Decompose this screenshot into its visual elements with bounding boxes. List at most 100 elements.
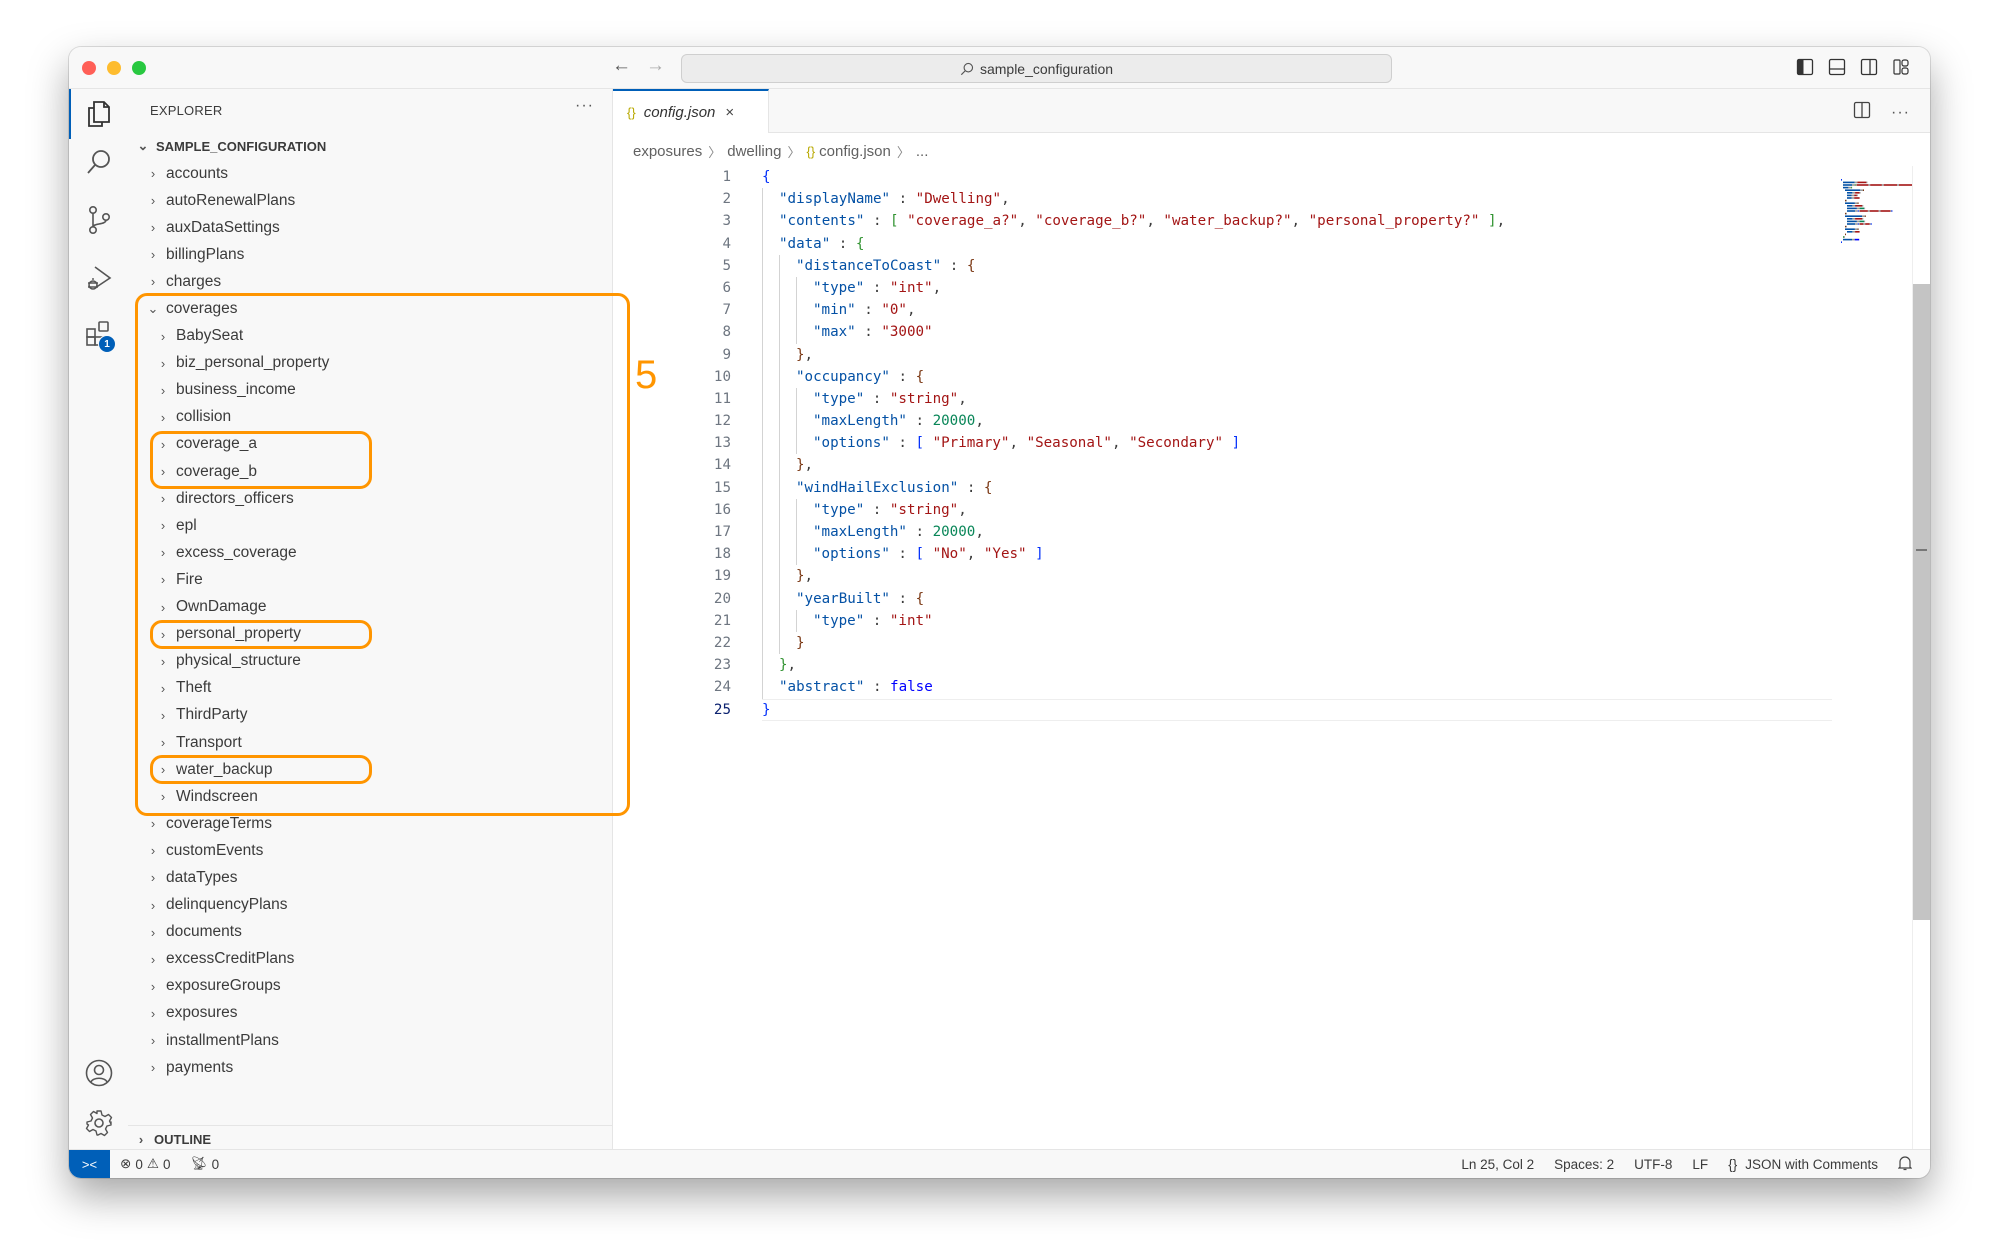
code-token: , [804, 346, 814, 363]
close-tab-icon[interactable]: × [725, 104, 734, 121]
tree-item-thirdparty[interactable]: › ThirdParty [128, 702, 612, 729]
tree-item-business-income[interactable]: › business_income [128, 377, 612, 404]
close-window-button[interactable] [82, 61, 96, 75]
tree-item-delinquencyplans[interactable]: › delinquencyPlans [128, 892, 612, 919]
indent-guide [762, 365, 763, 388]
minimap-token [1870, 223, 1872, 225]
code-token: { [915, 368, 925, 385]
minimap-token [1851, 197, 1855, 199]
cursor-position[interactable]: Ln 25, Col 2 [1461, 1157, 1534, 1172]
problems-button[interactable]: ⊗ 0 ⚠ 0 [120, 1156, 170, 1172]
breadcrumb-item[interactable]: config.json [819, 143, 891, 160]
more-actions-icon[interactable]: ··· [575, 97, 594, 115]
code-token: } [762, 701, 771, 718]
more-actions-icon[interactable]: ··· [1891, 104, 1910, 122]
breadcrumb-item[interactable]: dwelling [727, 143, 781, 160]
search-icon [86, 150, 110, 174]
code-line: 12 "maxLength" : 20000, [613, 410, 1833, 433]
activity-accounts[interactable] [69, 1048, 128, 1098]
tree-item-exposures[interactable]: › exposures [128, 1000, 612, 1027]
tree-item-fire[interactable]: › Fire [128, 566, 612, 593]
customize-layout-icon[interactable] [1892, 58, 1910, 76]
tree-item-payments[interactable]: › payments [128, 1054, 612, 1081]
tab-config-json[interactable]: {} config.json × [613, 89, 769, 133]
go-back-icon[interactable]: ← [612, 55, 631, 77]
code-token: } [779, 657, 788, 674]
tree-item-owndamage[interactable]: › OwnDamage [128, 594, 612, 621]
outline-section[interactable]: › OUTLINE [128, 1125, 612, 1152]
activity-run-debug[interactable] [69, 253, 128, 303]
tree-item-theft[interactable]: › Theft [128, 675, 612, 702]
activity-source-control[interactable] [69, 195, 128, 245]
tree-item-label: Windscreen [176, 787, 258, 805]
code-editor[interactable]: 1{2 "displayName" : "Dwelling", 3 "contents… [613, 166, 1833, 721]
tree-item-excesscreditplans[interactable]: › excessCreditPlans [128, 946, 612, 973]
breadcrumb-item[interactable]: ... [916, 143, 929, 160]
tree-item-collision[interactable]: › collision [128, 404, 612, 431]
minimize-window-button[interactable] [107, 61, 121, 75]
tree-item-epl[interactable]: › epl [128, 512, 612, 539]
activity-search[interactable] [69, 137, 128, 187]
code-token: "distanceToCoast" [796, 257, 942, 274]
code-token: ] [1488, 213, 1497, 230]
tree-item-windscreen[interactable]: › Windscreen [128, 783, 612, 810]
toggle-primary-sidebar-icon[interactable] [1796, 58, 1814, 76]
tree-item-auxdatasettings[interactable]: › auxDataSettings [128, 214, 612, 241]
breadcrumb-item[interactable]: exposures [633, 143, 702, 160]
activity-explorer[interactable] [69, 89, 128, 139]
chevron-right-icon: › [150, 870, 156, 886]
toggle-secondary-sidebar-icon[interactable] [1860, 58, 1878, 76]
tree-item-coverages[interactable]: ⌄ coverages [128, 295, 612, 322]
tree-item-personal-property[interactable]: › personal_property [128, 621, 612, 648]
chevron-right-icon: › [150, 816, 156, 832]
tree-item-datatypes[interactable]: › dataTypes [128, 864, 612, 891]
tree-item-directors-officers[interactable]: › directors_officers [128, 485, 612, 512]
tree-item-transport[interactable]: › Transport [128, 729, 612, 756]
code-text: }, [796, 344, 813, 366]
code-token: false [890, 679, 933, 696]
activity-extensions[interactable]: 1 [69, 309, 128, 359]
tree-item-label: Fire [176, 570, 203, 588]
tree-item-autorenewalplans[interactable]: › autoRenewalPlans [128, 187, 612, 214]
encoding[interactable]: UTF-8 [1634, 1157, 1672, 1172]
tree-item-coverageterms[interactable]: › coverageTerms [128, 810, 612, 837]
notifications-bell-icon[interactable] [1897, 1155, 1913, 1174]
tree-item-billingplans[interactable]: › billingPlans [128, 241, 612, 268]
tree-item-excess-coverage[interactable]: › excess_coverage [128, 539, 612, 566]
minimap-token [1843, 236, 1844, 238]
minimap-token [1854, 181, 1858, 184]
split-editor-icon[interactable] [1853, 101, 1871, 124]
tree-item-documents[interactable]: › documents [128, 919, 612, 946]
command-center-search[interactable]: sample_configuration [681, 54, 1392, 83]
end-of-line[interactable]: LF [1692, 1157, 1708, 1172]
tree-item-coverage-b[interactable]: › coverage_b [128, 458, 612, 485]
vertical-scrollbar[interactable] [1912, 166, 1930, 1150]
tree-item-physical-structure[interactable]: › physical_structure [128, 648, 612, 675]
tree-item-water-backup[interactable]: › water_backup [128, 756, 612, 783]
tree-item-label: ThirdParty [176, 706, 248, 724]
minimap-token [1847, 223, 1856, 225]
tree-item-charges[interactable]: › charges [128, 268, 612, 295]
indentation[interactable]: Spaces: 2 [1554, 1157, 1614, 1172]
tree-item-customevents[interactable]: › customEvents [128, 837, 612, 864]
tree-item-biz-personal-property[interactable]: › biz_personal_property [128, 350, 612, 377]
tree-item-exposuregroups[interactable]: › exposureGroups [128, 973, 612, 1000]
scrollbar-thumb[interactable] [1913, 284, 1930, 920]
language-label: JSON with Comments [1745, 1156, 1878, 1172]
minimap-token [1847, 220, 1857, 223]
tree-item-babyseat[interactable]: › BabySeat [128, 323, 612, 350]
code-token: : [864, 501, 890, 518]
ports-button[interactable]: 📡︎ 0 [190, 1156, 219, 1172]
zoom-window-button[interactable] [132, 61, 146, 75]
code-text: "distanceToCoast" : { [796, 255, 975, 277]
minimap-token [1862, 205, 1864, 207]
tree-item-accounts[interactable]: › accounts [128, 160, 612, 187]
remote-indicator-button[interactable]: >< [69, 1150, 110, 1178]
toggle-panel-icon[interactable] [1828, 58, 1846, 76]
tree-item-installmentplans[interactable]: › installmentPlans [128, 1027, 612, 1054]
language-mode[interactable]: {} JSON with Comments [1728, 1157, 1878, 1172]
workspace-root-folder[interactable]: ⌄ SAMPLE_CONFIGURATION [134, 138, 327, 154]
activity-manage[interactable] [69, 1098, 128, 1148]
go-forward-icon[interactable]: → [646, 55, 665, 77]
tree-item-coverage-a[interactable]: › coverage_a [128, 431, 612, 458]
